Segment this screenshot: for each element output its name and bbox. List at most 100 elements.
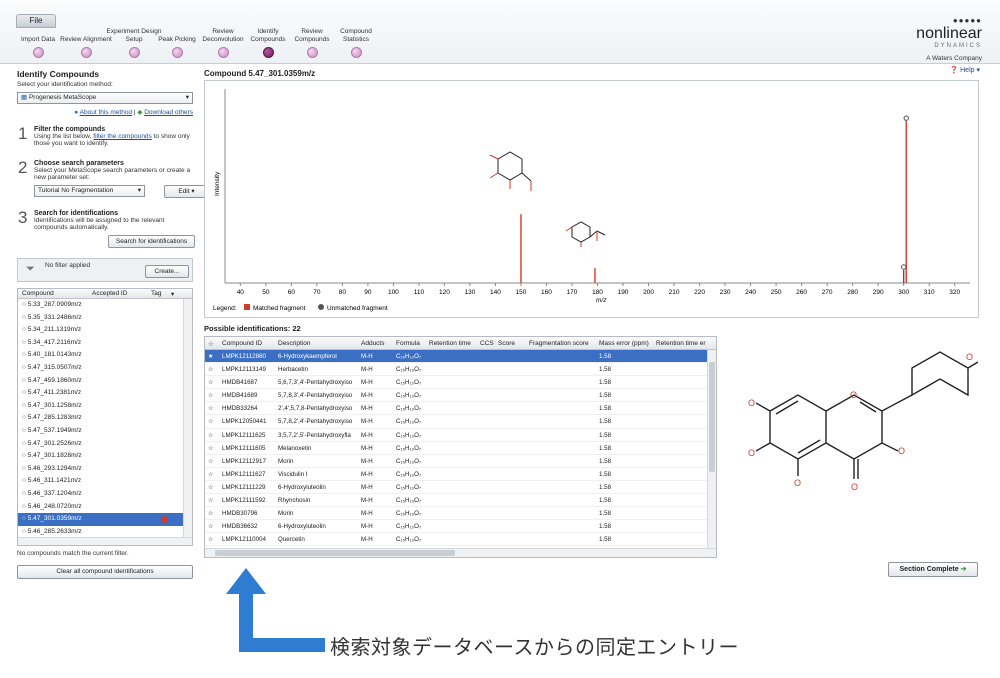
star-icon[interactable]: ☆ (208, 418, 214, 425)
table-header: ☆ Compound ID Description Adducts Formula Ret… (205, 337, 716, 350)
compound-name: 5.47_459.1860m/z (27, 376, 82, 384)
compound-list[interactable]: Compound Accepted ID Tag ▾ ○ 5.33_287.09… (17, 288, 193, 546)
star-column-icon[interactable]: ☆ (208, 340, 214, 348)
compound-row[interactable]: ○ 5.46_337.1204m/z (18, 488, 192, 501)
column-header[interactable]: Formula (396, 340, 420, 347)
adduct: M-H (361, 497, 373, 505)
method-dropdown[interactable]: ▦ Progenesis MetaScope ▾ (17, 92, 193, 104)
star-icon[interactable]: ☆ (208, 392, 214, 399)
column-header[interactable]: Fragmentation score (529, 340, 589, 347)
annotation-arrow (226, 568, 325, 652)
description: 6-Hydroxykaempferol (278, 353, 337, 360)
list-scrollbar[interactable] (183, 299, 192, 537)
table-row[interactable]: ☆LMPK12111627Viscidulin IM-HC₁₅H₁₀O₇B58.… (205, 468, 716, 481)
compound-row[interactable]: ○ 5.47_285.1283m/z (18, 412, 192, 425)
compound-row[interactable]: ○ 5.35_331.2486m/z (18, 312, 192, 325)
workflow-step[interactable]: Compound Statistics (328, 27, 384, 58)
formula: C₁₅H₁₀O₇ (396, 353, 422, 360)
table-hscrollbar[interactable] (205, 548, 716, 557)
star-icon[interactable]: ☆ (208, 536, 214, 543)
tag-menu-icon[interactable]: ▾ (171, 290, 174, 298)
star-icon[interactable]: ★ (208, 353, 214, 360)
legend-matched-swatch (244, 304, 250, 310)
table-row[interactable]: ☆LMPK12113149HerbacetinM-HC₁₅H₁₀O₇B58.1B… (205, 363, 716, 377)
star-icon[interactable]: ☆ (208, 523, 214, 530)
compound-row[interactable]: ○ 5.47_301.1828m/z (18, 450, 192, 463)
compound-row[interactable]: ○ 5.47_537.1949m/z (18, 425, 192, 438)
create-filter-button[interactable]: Create... (145, 265, 189, 278)
compound-row[interactable]: ○ 5.40_181.0143m/z (18, 349, 192, 362)
table-row[interactable]: ☆LMPK12111592RhynchosinM-HC₁₅H₁₀O₇B58.1B… (205, 494, 716, 508)
section-complete-button[interactable]: Section Complete ➔ (888, 562, 978, 577)
table-row[interactable]: ☆HMDB30796MorinM-HC₁₅H₁₀O₇B58.1B98.41.58 (205, 507, 716, 521)
step3-text: Identifications will be assigned to the … (34, 217, 165, 231)
adduct: M-H (361, 444, 373, 452)
star-icon[interactable]: ☆ (208, 458, 214, 465)
compound-row[interactable]: ○ 5.46_311.1421m/z (18, 475, 192, 488)
table-row[interactable]: ★ LMPK12112860 6-Hydroxykaempferol M-H C₁₅H₁… (205, 350, 716, 364)
column-header[interactable]: Retention time er (656, 340, 706, 347)
star-icon[interactable]: ☆ (208, 471, 214, 478)
compound-row[interactable]: ○ 5.47_459.1860m/z (18, 375, 192, 388)
download-others-link[interactable]: Download others (144, 109, 193, 116)
compound-name: 5.33_287.0909m/z (27, 301, 82, 308)
table-row[interactable]: ☆HMDB366326-HydroxyluteolinM-HC₁₅H₁₀O₇B5… (205, 520, 716, 534)
table-row[interactable]: ☆ HMDB41689 5,7,8,3',4'-Pentahydroxyiso M-H… (205, 389, 716, 403)
table-row[interactable]: ☆ HMDB41687 5,6,7,3',4'-Pentahydroxyiso M-H… (205, 376, 716, 390)
file-tab[interactable]: File (16, 14, 56, 28)
col-accepted-id[interactable]: Accepted ID (92, 290, 127, 297)
parameter-set-dropdown[interactable]: Tutorial No Fragmentation ▾ (34, 185, 145, 197)
compound-row[interactable]: ○ 5.33_287.0909m/z (18, 299, 192, 312)
star-icon[interactable]: ☆ (208, 405, 214, 412)
adduct: M-H (361, 470, 373, 478)
compound-row[interactable]: ○ 5.34_211.1319m/z (18, 324, 192, 337)
compound-row[interactable]: ○ 5.47_301.0359m/z (18, 513, 192, 526)
star-icon[interactable]: ☆ (208, 445, 214, 452)
help-button[interactable]: ❓ Help ▾ (949, 66, 980, 74)
about-method-link[interactable]: About this method (80, 109, 132, 116)
filter-compounds-link[interactable]: filter the compounds (93, 133, 152, 140)
table-row[interactable]: ☆ LMPK12111625 3,5,7,2',5'-Pentahydroxyfla… (205, 429, 716, 442)
star-icon[interactable]: ☆ (208, 484, 214, 491)
edit-button[interactable]: Edit ▾ (164, 185, 209, 198)
table-scroll-thumb[interactable] (709, 362, 715, 472)
compound-row[interactable]: ○ 5.47_301.2526m/z (18, 438, 192, 451)
column-header[interactable]: Compound ID (222, 340, 262, 347)
compound-row[interactable]: ○ 5.47_315.0507m/z (18, 362, 192, 375)
star-icon[interactable]: ☆ (208, 510, 214, 517)
column-header[interactable]: Score (498, 340, 515, 347)
step1-text-a: Using the list below, (34, 133, 92, 140)
compound-row[interactable]: ○ 5.34_417.2116m/z (18, 337, 192, 350)
table-hscroll-thumb[interactable] (215, 550, 455, 556)
column-header[interactable]: Description (278, 340, 311, 347)
column-header[interactable]: Retention time (429, 340, 471, 347)
column-header[interactable]: Adducts (361, 340, 385, 347)
col-tag[interactable]: Tag (151, 290, 161, 297)
identifications-table[interactable]: ☆ Compound ID Description Adducts Formula Ret… (204, 336, 717, 558)
table-row[interactable]: ☆ HMDB33264 2',4',5,7,8-Pentahydroxyiso M-H… (205, 402, 716, 416)
clear-identifications-button[interactable]: Clear all compound identifications (17, 565, 193, 579)
compound-row[interactable]: ○ 5.46_248.0720m/z (18, 501, 192, 514)
table-row[interactable]: ☆LMPK12110004QuercetinM-HC₁₅H₁₀O₇B58.1B9… (205, 533, 716, 547)
table-row[interactable]: ☆ LMPK12111229 6-Hydroxyluteolin M-H C₁₅H₁₀O… (205, 481, 716, 495)
adduct: M-H (361, 457, 373, 465)
star-icon[interactable]: ☆ (208, 432, 214, 439)
col-compound[interactable]: Compound (22, 290, 54, 297)
list-hscrollbar[interactable] (18, 537, 192, 545)
star-icon[interactable]: ☆ (208, 497, 214, 504)
star-icon[interactable]: ☆ (208, 379, 214, 386)
search-identifications-button[interactable]: Search for identifications (108, 235, 195, 248)
compound-row[interactable]: ○ 5.46_293.1294m/z (18, 463, 192, 476)
table-row[interactable]: ☆LMPK12112917MorinM-HC₁₅H₁₀O₇B58.1B98.41… (205, 455, 716, 468)
column-header[interactable]: CCS (480, 340, 494, 347)
column-header[interactable]: Mass error (ppm) (599, 340, 649, 347)
fragment-spectrum: Intensity m/z 40 50 60 70 80 90 100 110 120 130 14… (204, 80, 979, 318)
step-status-icon (350, 47, 362, 58)
adduct: M-H (361, 418, 373, 426)
table-vscrollbar[interactable] (707, 350, 716, 549)
star-icon[interactable]: ☆ (208, 366, 214, 373)
compound-row[interactable]: ○ 5.47_301.1258m/z (18, 400, 192, 413)
table-row[interactable]: ☆LMPK12111605MelanoxetinM-HC₁₅H₁₀O₇B58.1… (205, 442, 716, 455)
compound-row[interactable]: ○ 5.47_411.2381m/z (18, 387, 192, 400)
table-row[interactable]: ☆ LMPK12050441 5,7,8,2',4'-Pentahydroxyiso… (205, 415, 716, 429)
